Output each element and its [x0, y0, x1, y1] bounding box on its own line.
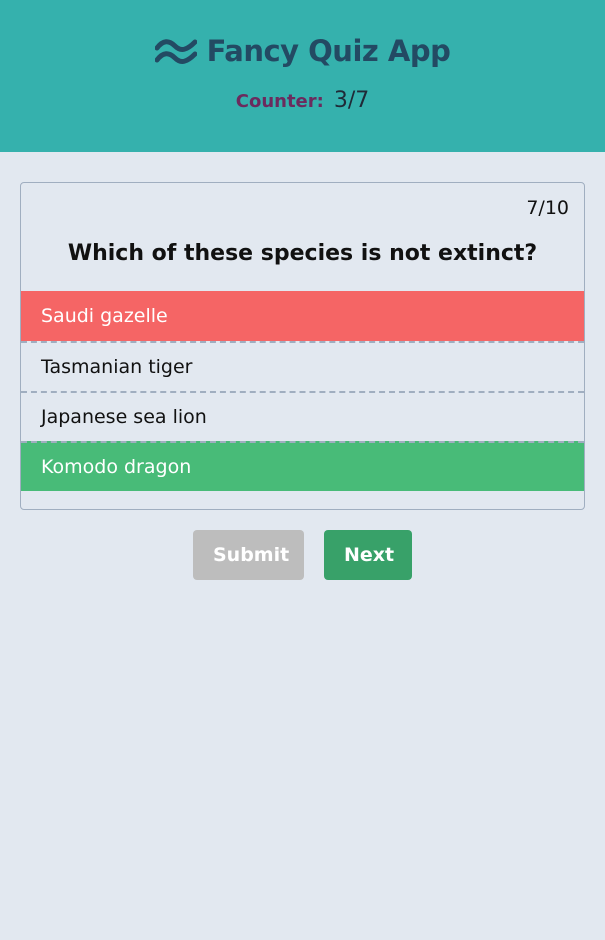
wave-logo-icon	[154, 36, 198, 66]
question-progress: 7/10	[526, 197, 569, 219]
counter: Counter: 3/7	[0, 88, 605, 113]
submit-button[interactable]: Submit	[193, 530, 304, 580]
answer-option[interactable]: Komodo dragon	[21, 441, 584, 491]
answer-label: Japanese sea lion	[41, 406, 207, 428]
next-button[interactable]: Next	[324, 530, 412, 580]
answer-option[interactable]: Japanese sea lion	[21, 391, 584, 441]
answer-option[interactable]: Saudi gazelle	[21, 291, 584, 341]
counter-label: Counter:	[235, 91, 324, 112]
action-buttons: Submit Next	[0, 530, 605, 580]
question-card: 7/10 Which of these species is not extin…	[20, 182, 585, 510]
app-title: Fancy Quiz App	[206, 34, 451, 68]
question-text: Which of these species is not extinct?	[67, 241, 538, 266]
answer-option[interactable]: Tasmanian tiger	[21, 341, 584, 391]
answer-label: Tasmanian tiger	[41, 356, 193, 378]
app-header: Fancy Quiz App Counter: 3/7	[0, 0, 605, 152]
answer-list: Saudi gazelle Tasmanian tiger Japanese s…	[21, 291, 584, 491]
counter-value: 3/7	[333, 88, 370, 113]
title-row: Fancy Quiz App	[0, 34, 605, 68]
answer-label: Saudi gazelle	[41, 305, 168, 327]
answer-label: Komodo dragon	[41, 456, 192, 478]
